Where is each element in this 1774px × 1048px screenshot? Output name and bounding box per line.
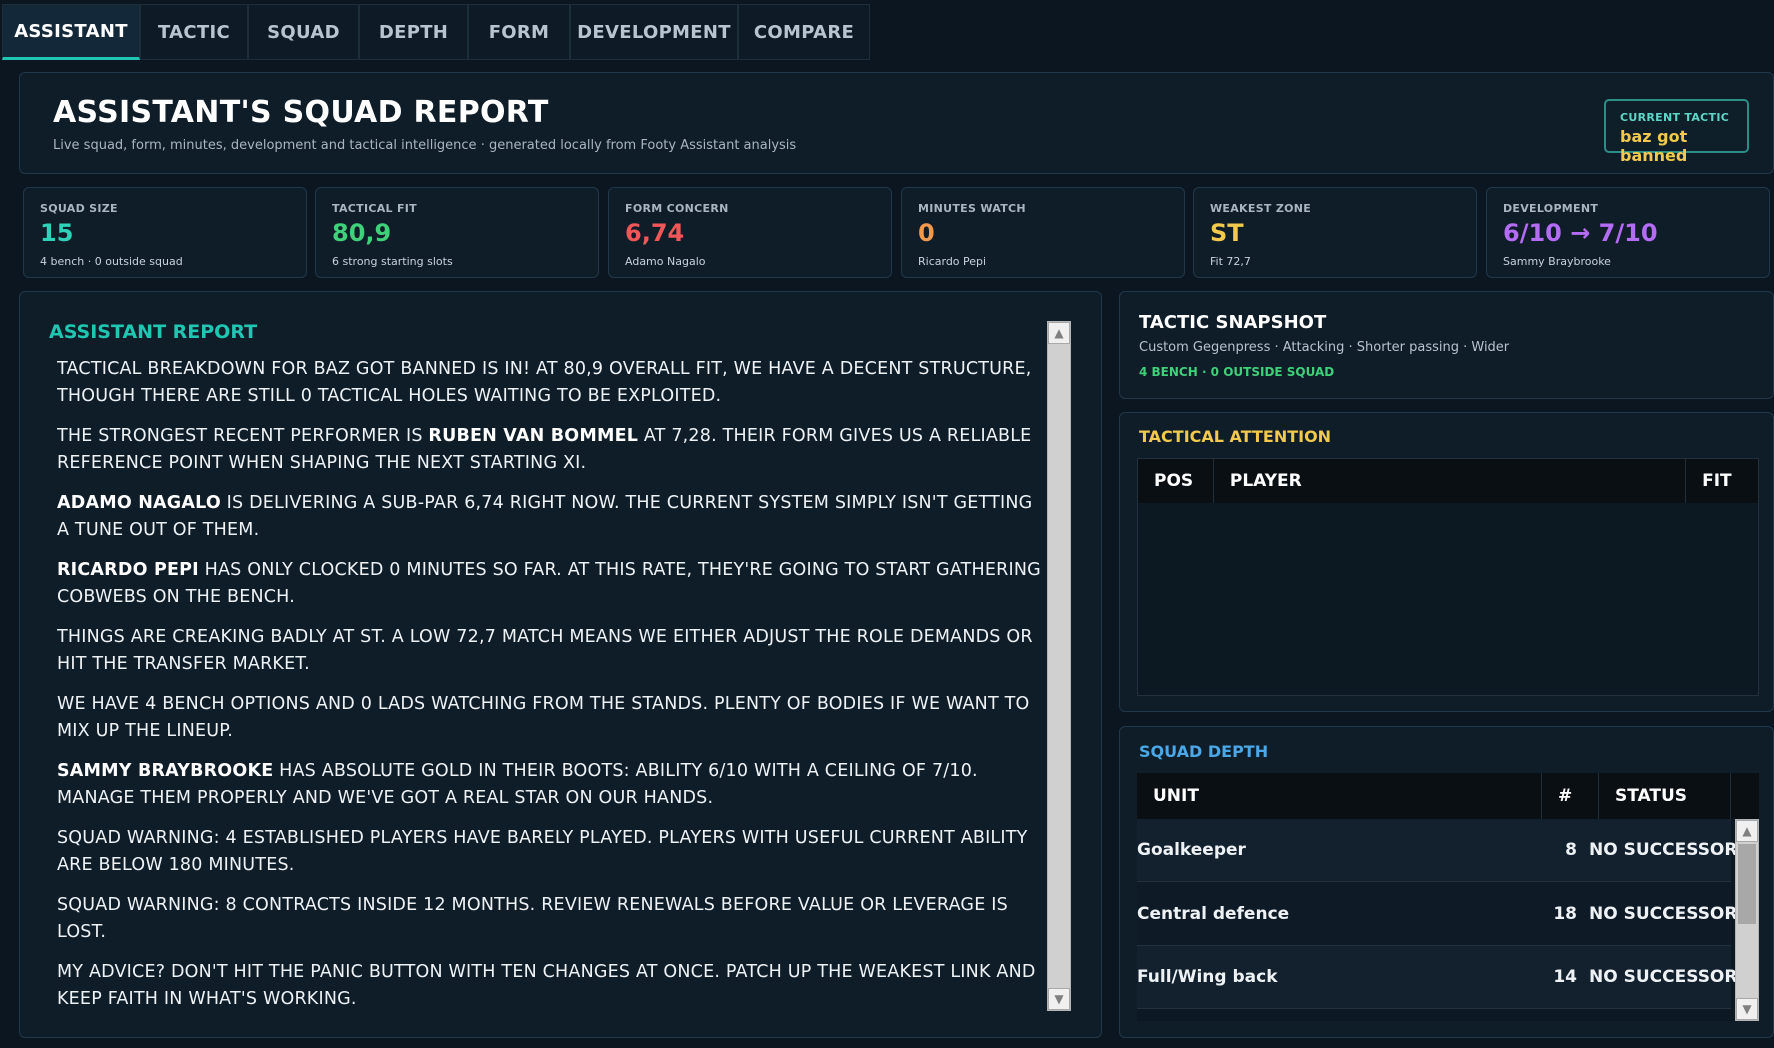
- chevron-down-icon[interactable]: ▼: [1048, 988, 1070, 1010]
- stat-label: WEAKEST ZONE: [1210, 202, 1312, 215]
- stat-label: FORM CONCERN: [625, 202, 729, 215]
- stat-card-form-concern: FORM CONCERN 6,74 Adamo Nagalo: [608, 187, 892, 278]
- scroll-thumb[interactable]: [1738, 844, 1756, 924]
- stat-label: DEVELOPMENT: [1503, 202, 1599, 215]
- depth-table-header: UNIT # STATUS: [1137, 773, 1759, 819]
- depth-count: 18: [1553, 903, 1577, 924]
- column-header-pos[interactable]: POS: [1138, 459, 1214, 503]
- depth-scrollbar[interactable]: ▲ ▼: [1735, 819, 1759, 1021]
- tab-compare[interactable]: COMPARE: [738, 4, 870, 60]
- stat-label: MINUTES WATCH: [918, 202, 1026, 215]
- column-header-count[interactable]: #: [1542, 773, 1599, 819]
- stat-value: 6/10 → 7/10: [1503, 219, 1658, 247]
- current-tactic-value: baz got banned: [1620, 127, 1688, 165]
- depth-unit: Goalkeeper: [1137, 840, 1246, 860]
- page-title: ASSISTANT'S SQUAD REPORT: [53, 95, 549, 130]
- report-title: ASSISTANT REPORT: [49, 321, 258, 343]
- column-header-fit[interactable]: FIT: [1686, 459, 1758, 503]
- stat-card-weakest-zone: WEAKEST ZONE ST Fit 72,7: [1193, 187, 1477, 278]
- table-row[interactable]: Central defence 18 NO SUCCESSOR: [1137, 882, 1738, 946]
- depth-status: NO SUCCESSOR: [1589, 903, 1738, 924]
- depth-title: SQUAD DEPTH: [1139, 742, 1269, 761]
- assistant-report-panel: ASSISTANT REPORT Tactical breakdown for …: [19, 291, 1102, 1038]
- stat-value: ST: [1210, 219, 1244, 247]
- report-paragraph: We have 4 bench options and 0 lads watch…: [57, 694, 1030, 741]
- tab-tactic[interactable]: TACTIC: [140, 4, 248, 60]
- stat-card-development: DEVELOPMENT 6/10 → 7/10 Sammy Braybrooke: [1486, 187, 1770, 278]
- attention-table-header: POS PLAYER FIT: [1138, 459, 1758, 503]
- tab-development[interactable]: DEVELOPMENT: [570, 4, 738, 60]
- stat-card-tactical-fit: TACTICAL FIT 80,9 6 strong starting slot…: [315, 187, 599, 278]
- report-paragraph: Squad warning: 8 contracts inside 12 mon…: [57, 895, 1008, 942]
- stat-label: SQUAD SIZE: [40, 202, 118, 215]
- depth-count: 8: [1565, 840, 1577, 860]
- depth-unit: Full/Wing back: [1137, 967, 1278, 987]
- snapshot-title: TACTIC SNAPSHOT: [1139, 312, 1327, 333]
- current-tactic-badge: CURRENT TACTIC baz got banned: [1604, 99, 1749, 165]
- report-paragraph: Tactical breakdown for baz got banned is…: [57, 359, 1032, 406]
- table-row[interactable]: Goalkeeper 8 NO SUCCESSOR: [1137, 819, 1738, 882]
- stat-value: 15: [40, 219, 74, 247]
- table-row[interactable]: Full/Wing back 14 NO SUCCESSOR: [1137, 946, 1738, 1009]
- stat-card-squad-size: SQUAD SIZE 15 4 bench · 0 outside squad: [23, 187, 307, 278]
- tab-depth[interactable]: DEPTH: [359, 4, 468, 60]
- tactical-attention-panel: TACTICAL ATTENTION POS PLAYER FIT: [1119, 412, 1774, 712]
- snapshot-description: Custom Gegenpress · Attacking · Shorter …: [1139, 340, 1510, 355]
- depth-status: NO SUCCESSOR: [1589, 967, 1738, 987]
- depth-rows: Goalkeeper 8 NO SUCCESSOR Central defenc…: [1137, 819, 1738, 1009]
- report-paragraph: Squad warning: 4 established players hav…: [57, 828, 1028, 875]
- attention-title: TACTICAL ATTENTION: [1139, 427, 1332, 446]
- stat-note: Sammy Braybrooke: [1503, 255, 1611, 268]
- report-paragraph: My advice? Don't hit the panic button wi…: [57, 962, 1036, 1009]
- stat-note: Ricardo Pepi: [918, 255, 987, 268]
- depth-unit: Central defence: [1137, 903, 1290, 924]
- report-paragraph: Ricardo Pepi has only clocked 0 minutes …: [57, 560, 1041, 607]
- stat-note: 4 bench · 0 outside squad: [40, 255, 183, 268]
- stat-value: 0: [918, 219, 935, 247]
- stat-value: 6,74: [625, 219, 685, 247]
- depth-table: UNIT # STATUS Goalkeeper 8 NO SUCCESSOR …: [1137, 773, 1759, 1021]
- stat-value: 80,9: [332, 219, 392, 247]
- stat-note: 6 strong starting slots: [332, 255, 453, 268]
- tactic-snapshot-panel: TACTIC SNAPSHOT Custom Gegenpress · Atta…: [1119, 291, 1774, 399]
- tab-squad[interactable]: SQUAD: [248, 4, 359, 60]
- tab-form[interactable]: FORM: [468, 4, 570, 60]
- chevron-up-icon[interactable]: ▲: [1048, 322, 1070, 344]
- tab-bar: ASSISTANT TACTIC SQUAD DEPTH FORM DEVELO…: [0, 0, 1774, 62]
- stat-label: TACTICAL FIT: [332, 202, 417, 215]
- stat-card-minutes-watch: MINUTES WATCH 0 Ricardo Pepi: [901, 187, 1185, 278]
- stat-note: Adamo Nagalo: [625, 255, 706, 268]
- chevron-up-icon[interactable]: ▲: [1736, 820, 1758, 842]
- report-paragraph: The strongest recent performer is Ruben …: [57, 426, 1032, 473]
- report-paragraph: Things are creaking badly at ST. A low 7…: [57, 627, 1033, 674]
- report-header: ASSISTANT'S SQUAD REPORT Live squad, for…: [19, 72, 1774, 174]
- tab-assistant[interactable]: ASSISTANT: [2, 4, 140, 60]
- column-header-status[interactable]: STATUS: [1599, 773, 1731, 819]
- page-subtitle: Live squad, form, minutes, development a…: [53, 138, 797, 153]
- chevron-down-icon[interactable]: ▼: [1736, 998, 1758, 1020]
- column-header-unit[interactable]: UNIT: [1137, 773, 1542, 819]
- snapshot-note: 4 BENCH · 0 OUTSIDE SQUAD: [1139, 365, 1335, 379]
- depth-count: 14: [1553, 967, 1577, 987]
- attention-table: POS PLAYER FIT: [1137, 458, 1759, 696]
- report-paragraph: Sammy Braybrooke has absolute gold in th…: [57, 761, 978, 808]
- report-scrollbar[interactable]: ▲ ▼: [1047, 321, 1071, 1011]
- stat-note: Fit 72,7: [1210, 255, 1251, 268]
- depth-status: NO SUCCESSOR: [1589, 840, 1738, 860]
- current-tactic-label: CURRENT TACTIC: [1620, 111, 1730, 124]
- report-body: Tactical breakdown for baz got banned is…: [57, 356, 1042, 1026]
- squad-depth-panel: SQUAD DEPTH UNIT # STATUS Goalkeeper 8 N…: [1119, 726, 1774, 1038]
- column-header-player[interactable]: PLAYER: [1214, 459, 1687, 503]
- report-paragraph: Adamo Nagalo is delivering a sub-par 6,7…: [57, 493, 1033, 540]
